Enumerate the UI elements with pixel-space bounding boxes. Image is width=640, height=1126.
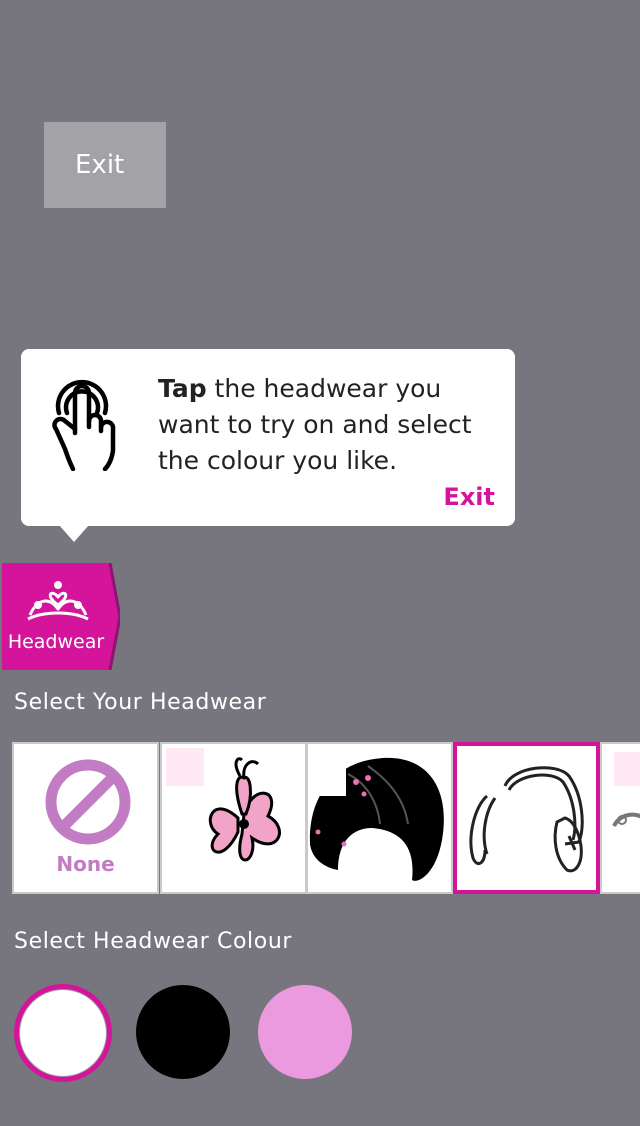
swatch-pink[interactable] (258, 985, 352, 1079)
tooltip-exit-link[interactable]: Exit (443, 483, 495, 511)
colour-section-title: Select Headwear Colour (14, 929, 293, 954)
black-hat-icon (308, 744, 444, 881)
tab-headwear[interactable]: Headwear (2, 563, 120, 670)
tiara-icon (27, 581, 89, 621)
tooltip-message: Tap the headwear you want to try on and … (158, 371, 498, 479)
help-tooltip: Tap the headwear you want to try on and … (21, 349, 515, 526)
none-icon (45, 759, 131, 845)
headwear-item-tiara[interactable] (600, 742, 640, 894)
earmuffs-icon (457, 746, 584, 873)
tiara-icon (612, 812, 640, 828)
tap-hand-icon (52, 379, 116, 471)
flower-clip-icon (208, 757, 281, 862)
headwear-item-flower-clip[interactable] (160, 742, 307, 894)
tooltip-pointer (59, 525, 89, 542)
exit-button-label: Exit (75, 150, 125, 180)
headwear-item-earmuffs[interactable] (453, 742, 600, 894)
headwear-item-none[interactable]: None (12, 742, 159, 894)
swatch-black[interactable] (136, 985, 230, 1079)
headwear-carousel[interactable]: None (12, 742, 640, 894)
swatch-white[interactable] (20, 990, 106, 1076)
headwear-section-title: Select Your Headwear (14, 690, 267, 715)
none-label: None (56, 852, 115, 876)
new-badge (614, 752, 640, 786)
tab-headwear-label: Headwear (7, 631, 105, 653)
headwear-item-black-hat[interactable] (306, 742, 453, 894)
tooltip-bold-word: Tap (158, 374, 207, 403)
exit-button[interactable]: Exit (44, 122, 166, 208)
